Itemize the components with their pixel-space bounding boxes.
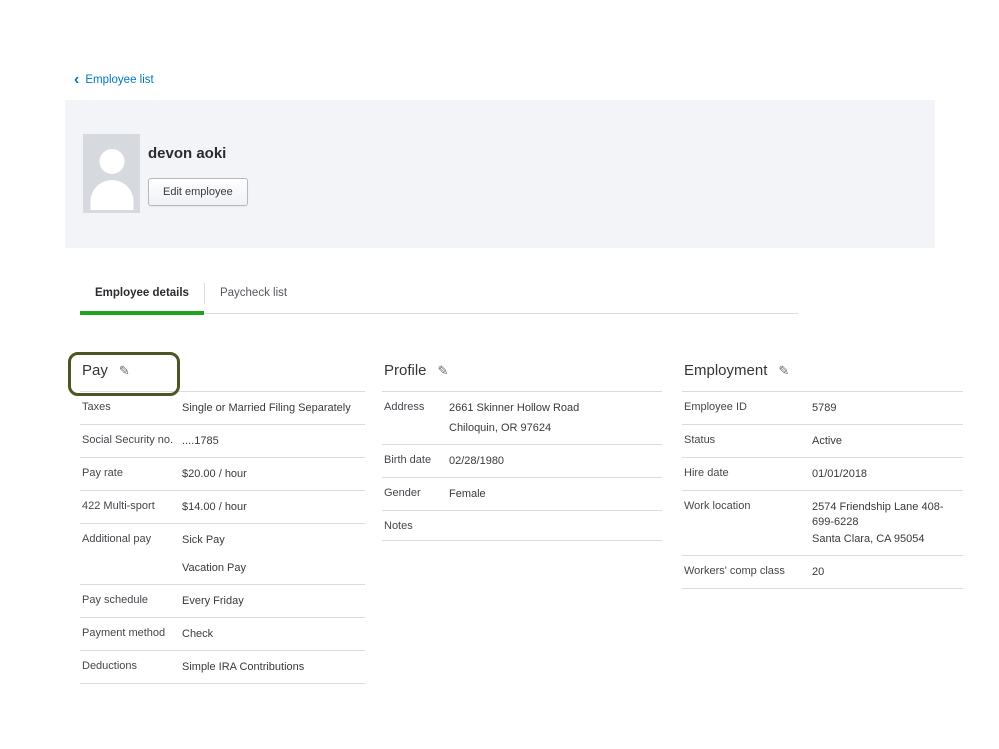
row-label: Work location: [684, 500, 812, 512]
profile-section: Profile ✎ Address 2661 Skinner Hollow Ro…: [382, 354, 662, 541]
row-values: Active: [812, 434, 961, 449]
row-label: Address: [384, 401, 449, 413]
employment-section-title: Employment: [684, 362, 767, 379]
row-values: Single or Married Filing Separately: [182, 401, 363, 416]
tab-employee-details[interactable]: Employee details: [80, 274, 204, 313]
table-row: Address 2661 Skinner Hollow Road Chiloqu…: [382, 392, 662, 445]
pay-section-header: Pay ✎: [80, 354, 365, 392]
employment-section-header: Employment ✎: [682, 354, 963, 392]
back-to-employee-list-link[interactable]: ‹ Employee list: [74, 74, 154, 86]
row-values: 20: [812, 565, 961, 580]
row-values: 2574 Friendship Lane 408-699-6228 Santa …: [812, 500, 961, 547]
row-value: $20.00 / hour: [182, 467, 363, 482]
row-value: Chiloquin, OR 97624: [449, 421, 660, 436]
row-label: Additional pay: [82, 533, 182, 545]
row-values: [449, 520, 660, 532]
row-values: Female: [449, 487, 660, 502]
table-row: Status Active: [682, 425, 963, 458]
row-label: Birth date: [384, 454, 449, 466]
row-label: Workers' comp class: [684, 565, 812, 577]
row-values: Check: [182, 627, 363, 642]
row-value: Check: [182, 627, 363, 642]
row-label: Social Security no.: [82, 434, 182, 446]
row-label: Pay schedule: [82, 594, 182, 606]
row-label: Status: [684, 434, 812, 446]
row-label: Payment method: [82, 627, 182, 639]
table-row: Notes: [382, 511, 662, 541]
row-value: 2574 Friendship Lane 408-699-6228: [812, 500, 961, 530]
chevron-left-icon: ‹: [74, 75, 79, 85]
table-row: Work location 2574 Friendship Lane 408-6…: [682, 491, 963, 556]
row-value: Sick Pay: [182, 533, 363, 548]
row-values: 2661 Skinner Hollow Road Chiloquin, OR 9…: [449, 401, 660, 436]
back-link-label: Employee list: [85, 74, 153, 86]
row-label: Deductions: [82, 660, 182, 672]
table-row: Birth date 02/28/1980: [382, 445, 662, 478]
row-label: Taxes: [82, 401, 182, 413]
row-value: 2661 Skinner Hollow Road: [449, 401, 660, 416]
row-label: 422 Multi-sport: [82, 500, 182, 512]
table-row: Additional pay Sick Pay Vacation Pay: [80, 524, 365, 585]
employment-edit-pencil-icon[interactable]: ✎: [778, 363, 789, 379]
row-value: Simple IRA Contributions: [182, 660, 363, 675]
row-value: Santa Clara, CA 95054: [812, 532, 961, 547]
table-row: 422 Multi-sport $14.00 / hour: [80, 491, 365, 524]
row-values: 5789: [812, 401, 961, 416]
row-value: 5789: [812, 401, 961, 416]
row-value: ....1785: [182, 434, 363, 449]
row-values: $14.00 / hour: [182, 500, 363, 515]
edit-employee-button[interactable]: Edit employee: [148, 178, 248, 206]
avatar-head-shape: [99, 149, 124, 174]
row-label: Notes: [384, 520, 449, 532]
avatar: [83, 134, 140, 213]
table-row: Hire date 01/01/2018: [682, 458, 963, 491]
row-values: Simple IRA Contributions: [182, 660, 363, 675]
row-value: Every Friday: [182, 594, 363, 609]
row-values: $20.00 / hour: [182, 467, 363, 482]
table-row: Social Security no. ....1785: [80, 425, 365, 458]
row-label: Employee ID: [684, 401, 812, 413]
row-value: Single or Married Filing Separately: [182, 401, 363, 416]
table-row: Pay schedule Every Friday: [80, 585, 365, 618]
row-values: ....1785: [182, 434, 363, 449]
row-label: Gender: [384, 487, 449, 499]
table-row: Gender Female: [382, 478, 662, 511]
row-values: Every Friday: [182, 594, 363, 609]
tab-bar: Employee details Paycheck list: [80, 274, 798, 314]
row-value: 20: [812, 565, 961, 580]
table-row: Taxes Single or Married Filing Separatel…: [80, 392, 365, 425]
table-row: Deductions Simple IRA Contributions: [80, 651, 365, 684]
employee-name: devon aoki: [148, 145, 226, 162]
row-value: [449, 520, 660, 532]
employment-section: Employment ✎ Employee ID 5789 Status Act…: [682, 354, 963, 589]
profile-edit-pencil-icon[interactable]: ✎: [438, 363, 449, 379]
table-row: Workers' comp class 20: [682, 556, 963, 589]
row-values: 02/28/1980: [449, 454, 660, 469]
table-row: Payment method Check: [80, 618, 365, 651]
row-value: $14.00 / hour: [182, 500, 363, 515]
row-value: Active: [812, 434, 961, 449]
row-label: Hire date: [684, 467, 812, 479]
pay-edit-pencil-icon[interactable]: ✎: [119, 363, 130, 379]
row-value: 01/01/2018: [812, 467, 961, 482]
row-values: 01/01/2018: [812, 467, 961, 482]
row-value: 02/28/1980: [449, 454, 660, 469]
tab-paycheck-list[interactable]: Paycheck list: [205, 274, 302, 313]
pay-section: Pay ✎ Taxes Single or Married Filing Sep…: [80, 354, 365, 684]
pay-section-title: Pay: [82, 362, 108, 379]
profile-section-header: Profile ✎: [382, 354, 662, 392]
employee-header-band: devon aoki Edit employee: [65, 100, 935, 248]
table-row: Pay rate $20.00 / hour: [80, 458, 365, 491]
row-value: Vacation Pay: [182, 561, 363, 576]
profile-section-title: Profile: [384, 362, 427, 379]
table-row: Employee ID 5789: [682, 392, 963, 425]
row-label: Pay rate: [82, 467, 182, 479]
avatar-shoulders-shape: [90, 180, 133, 210]
row-values: Sick Pay Vacation Pay: [182, 533, 363, 576]
row-value: Female: [449, 487, 660, 502]
